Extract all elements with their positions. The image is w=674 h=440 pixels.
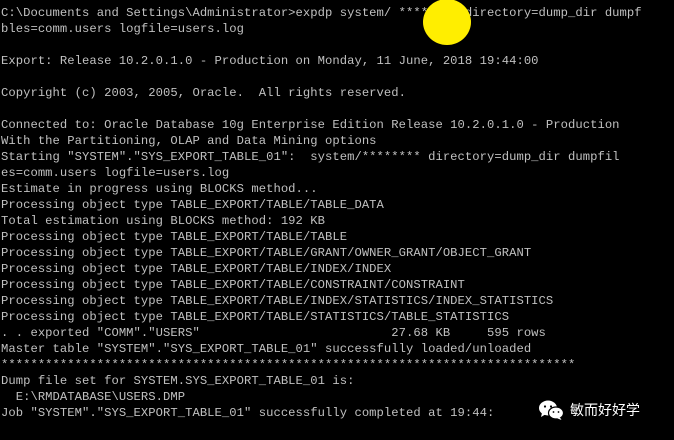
- console-line: Processing object type TABLE_EXPORT/TABL…: [1, 246, 532, 260]
- watermark-text: 敏而好好学: [570, 403, 640, 419]
- console-line: Export: Release 10.2.0.1.0 - Production …: [1, 54, 539, 68]
- console-line: Job "SYSTEM"."SYS_EXPORT_TABLE_01" succe…: [1, 406, 495, 420]
- cursor-highlight: [423, 0, 471, 45]
- console-line: Processing object type TABLE_EXPORT/TABL…: [1, 198, 384, 212]
- console-line: Processing object type TABLE_EXPORT/TABL…: [1, 230, 348, 244]
- console-line: Estimate in progress using BLOCKS method…: [1, 182, 318, 196]
- console-line: Processing object type TABLE_EXPORT/TABL…: [1, 310, 510, 324]
- console-line: E:\RMDATABASE\USERS.DMP: [1, 390, 186, 404]
- console-line: Processing object type TABLE_EXPORT/TABL…: [1, 278, 465, 292]
- console-line: es=comm.users logfile=users.log: [1, 166, 230, 180]
- console-line: bles=comm.users logfile=users.log: [1, 22, 245, 36]
- console-line: Master table "SYSTEM"."SYS_EXPORT_TABLE_…: [1, 342, 532, 356]
- console-line: ****************************************…: [1, 358, 576, 372]
- console-line: Total estimation using BLOCKS method: 19…: [1, 214, 326, 228]
- console-line: With the Partitioning, OLAP and Data Min…: [1, 134, 377, 148]
- wechat-icon: [539, 400, 564, 420]
- console-line: C:\Documents and Settings\Administrator>…: [1, 6, 642, 20]
- console-line: Starting "SYSTEM"."SYS_EXPORT_TABLE_01":…: [1, 150, 620, 164]
- watermark: 敏而好好学: [538, 398, 640, 422]
- console-line: . . exported "COMM"."USERS" 27.68 KB 595…: [1, 326, 546, 340]
- console-window[interactable]: C:\Documents and Settings\Administrator>…: [0, 0, 674, 440]
- console-line: Connected to: Oracle Database 10g Enterp…: [1, 118, 620, 132]
- console-line: Copyright (c) 2003, 2005, Oracle. All ri…: [1, 86, 407, 100]
- console-line: Dump file set for SYSTEM.SYS_EXPORT_TABL…: [1, 374, 355, 388]
- console-line: Processing object type TABLE_EXPORT/TABL…: [1, 262, 392, 276]
- console-line: Processing object type TABLE_EXPORT/TABL…: [1, 294, 554, 308]
